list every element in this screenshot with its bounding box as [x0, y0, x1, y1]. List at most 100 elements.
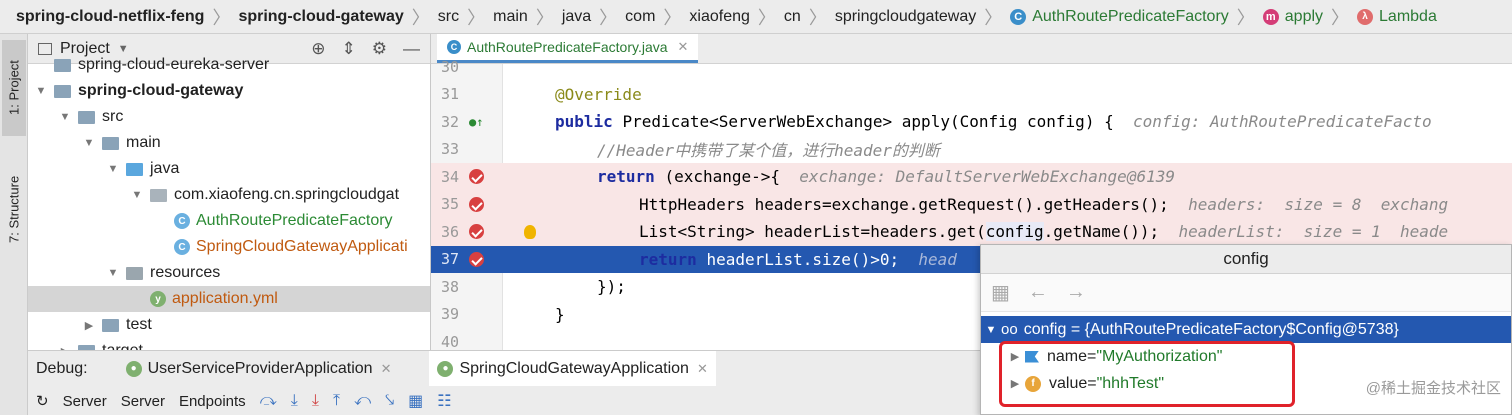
- chevron-down-icon[interactable]: ▼: [34, 85, 48, 97]
- left-tool-strip: 1: Project 7: Structure: [0, 34, 28, 415]
- tree-item-label: target: [102, 342, 143, 350]
- breadcrumb-label: springcloudgateway: [834, 7, 977, 25]
- breadcrumb-item[interactable]: springcloudgateway: [835, 8, 976, 26]
- tree-item[interactable]: ▼ resources: [28, 260, 430, 286]
- tree-item[interactable]: C SpringCloudGatewayApplicati: [28, 234, 430, 260]
- tab-structure[interactable]: 7: Structure: [2, 154, 26, 264]
- code-token: config: AuthRoutePredicateFacto: [1132, 112, 1432, 132]
- glasses-icon: oo: [1001, 321, 1018, 338]
- step-over-icon[interactable]: ⤼: [260, 392, 277, 410]
- tree-item-label: src: [102, 108, 124, 125]
- chevron-down-icon[interactable]: ▼: [106, 163, 120, 175]
- breadcrumb-item[interactable]: main: [493, 8, 528, 26]
- breadcrumb-item[interactable]: java: [562, 8, 591, 26]
- step-into-icon[interactable]: ⤓: [291, 392, 298, 410]
- breadcrumb-item[interactable]: m apply: [1262, 8, 1323, 26]
- breadcrumb-item[interactable]: λ Lambda: [1357, 8, 1437, 26]
- tree-item[interactable]: ▼ spring-cloud-gateway: [28, 78, 430, 104]
- debug-session-tabs: ● UserServiceProviderApplication ✕ ● SpringC…: [88, 351, 716, 386]
- module-icon: [54, 84, 71, 98]
- code-token: HttpHeaders headers=exchange.getRequest(…: [639, 194, 1189, 214]
- code-text: });: [597, 277, 626, 296]
- debug-toolbar-button[interactable]: Server: [121, 393, 165, 410]
- line-number: 39: [440, 305, 459, 324]
- chevron-down-icon[interactable]: ▼: [58, 111, 72, 123]
- chevron-down-icon[interactable]: ▼: [106, 267, 120, 279]
- breadcrumb-item[interactable]: cn: [784, 8, 801, 26]
- tree-item-label: com.xiaofeng.cn.springcloudgat: [174, 186, 400, 203]
- code-token: //Header中携带了某个值，进行header的判断: [597, 141, 940, 161]
- chevron-down-icon[interactable]: ▼: [82, 137, 96, 149]
- watch-icon[interactable]: ▦: [991, 280, 1010, 305]
- code-line: 32 ●↑ public Predicate<ServerWebExchange> …: [431, 108, 1512, 136]
- tab-project-label: 1: Project: [6, 60, 22, 116]
- close-icon[interactable]: ✕: [697, 361, 708, 377]
- breakpoint-icon[interactable]: [469, 196, 484, 212]
- breadcrumb-item[interactable]: spring-cloud-netflix-feng: [16, 8, 204, 26]
- breadcrumb-item[interactable]: C AuthRoutePredicateFactory: [1010, 8, 1229, 26]
- tree-item[interactable]: ▼ java: [28, 156, 430, 182]
- tree-item[interactable]: spring-cloud-eureka-server: [28, 52, 430, 78]
- debug-session-tab[interactable]: ● UserServiceProviderApplication ✕: [118, 351, 400, 386]
- breadcrumb-label: main: [493, 7, 528, 25]
- code-text: HttpHeaders headers=exchange.getRequest(…: [639, 195, 1448, 214]
- breakpoint-icon[interactable]: [469, 251, 484, 267]
- trace-icon[interactable]: ☷: [437, 391, 451, 411]
- expand-down-icon[interactable]: ▼: [981, 324, 1001, 336]
- drop-frame-icon[interactable]: ⤺: [354, 392, 371, 410]
- root-node[interactable]: ▼ oo config = {AuthRoutePredicateFactory…: [981, 316, 1511, 343]
- evaluate-icon[interactable]: ▦: [408, 391, 423, 411]
- debug-toolbar: ↻ Server Server Endpoints ⤼ ⤓ ⤓ ⤒ ⤺ ⤥ ▦ ☷: [28, 386, 980, 415]
- step-out-icon[interactable]: ⤒: [333, 392, 340, 410]
- tree-item[interactable]: C AuthRoutePredicateFactory: [28, 208, 430, 234]
- code-text: return headerList.size()>0; head: [639, 250, 957, 269]
- step-into-icon-glyph: ⤓: [290, 392, 298, 409]
- breakpoint-icon[interactable]: [469, 169, 484, 185]
- chevron-down-icon[interactable]: ▼: [130, 189, 144, 201]
- tab-project[interactable]: 1: Project: [2, 40, 26, 136]
- tree-item[interactable]: ▼ main: [28, 130, 430, 156]
- rerun-icon[interactable]: ↻: [36, 392, 49, 410]
- breadcrumb-item[interactable]: com: [625, 8, 655, 26]
- force-step-icon-glyph: ⤓: [311, 392, 319, 409]
- override-icon[interactable]: ●↑: [469, 115, 483, 129]
- breadcrumb-separator: 〉: [1331, 7, 1350, 28]
- debug-panel: Debug: ● UserServiceProviderApplication ✕ ●…: [28, 350, 980, 415]
- run-to-cursor-icon[interactable]: ⤥: [385, 392, 394, 410]
- code-token: .getName());: [1043, 222, 1179, 242]
- forward-arrow-icon[interactable]: →: [1066, 281, 1086, 304]
- breadcrumb-separator: 〉: [663, 7, 682, 28]
- breadcrumb-label: Lambda: [1379, 7, 1437, 25]
- breadcrumb-label: xiaofeng: [689, 7, 750, 25]
- tree-item[interactable]: ▶ test: [28, 312, 430, 338]
- breakpoint-icon[interactable]: [469, 224, 484, 240]
- line-number: 34: [440, 167, 459, 186]
- back-arrow-icon[interactable]: ←: [1028, 281, 1048, 304]
- debug-toolbar-button[interactable]: Server: [63, 393, 107, 410]
- debug-toolbar-button[interactable]: Endpoints: [179, 393, 246, 410]
- force-step-icon[interactable]: ⤓: [312, 392, 319, 410]
- close-icon[interactable]: ✕: [381, 361, 392, 377]
- debug-session-tab[interactable]: ● SpringCloudGatewayApplication ✕: [429, 351, 716, 386]
- code-text: List<String> headerList=headers.get(conf…: [639, 222, 1448, 242]
- tree-item[interactable]: ▼ com.xiaofeng.cn.springcloudgat: [28, 182, 430, 208]
- tree-item[interactable]: ▼ src: [28, 104, 430, 130]
- tree-item[interactable]: ▶target: [28, 338, 430, 350]
- breadcrumb-item[interactable]: spring-cloud-gateway: [238, 8, 403, 26]
- package-icon: [150, 188, 167, 202]
- chevron-right-icon[interactable]: ▶: [82, 319, 96, 332]
- breadcrumb-item[interactable]: xiaofeng: [689, 8, 750, 26]
- breadcrumb-item[interactable]: src: [438, 8, 459, 26]
- yml-file-icon: y: [150, 291, 166, 307]
- spring-boot-icon: ●: [437, 360, 454, 377]
- line-number: 38: [440, 277, 459, 296]
- spring-boot-icon: ●: [125, 360, 142, 377]
- tree-item[interactable]: y application.yml: [28, 286, 430, 312]
- code-token[interactable]: config: [985, 222, 1044, 242]
- code-token: }: [555, 304, 565, 324]
- lightbulb-icon[interactable]: [524, 224, 536, 239]
- tree-item-label: SpringCloudGatewayApplicati: [196, 238, 408, 255]
- line-number: 33: [440, 140, 459, 159]
- code-text: return (exchange->{ exchange: DefaultSer…: [597, 167, 1175, 186]
- code-token: return: [597, 167, 665, 187]
